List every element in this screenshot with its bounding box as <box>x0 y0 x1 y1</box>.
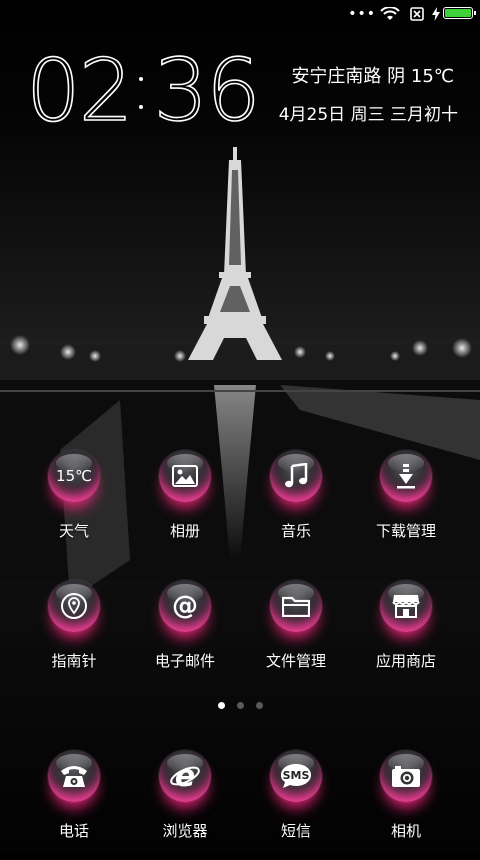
app-download-manager[interactable]: 下载管理 <box>356 450 456 560</box>
at-sign-icon: @ <box>159 580 211 632</box>
app-label: 天气 <box>58 522 89 540</box>
dock-messages[interactable]: SMS 短信 <box>246 750 346 860</box>
app-label: 电子邮件 <box>154 652 215 670</box>
app-email[interactable]: @ 电子邮件 <box>135 580 235 690</box>
clock-colon <box>131 61 153 121</box>
status-bar: ••• <box>0 0 480 28</box>
page-dot[interactable] <box>236 702 244 709</box>
weather-location-text[interactable]: 安宁庄南路 阴 15℃ <box>291 62 454 88</box>
app-label: 相册 <box>169 522 200 540</box>
dock-phone[interactable]: 电话 <box>24 750 124 860</box>
phone-icon <box>48 750 100 802</box>
compass-icon <box>48 580 100 632</box>
weather-icon: 15℃ <box>48 450 100 502</box>
app-label: 应用商店 <box>375 652 436 670</box>
date-text[interactable]: 4月25日 周三 三月初十 <box>279 100 458 125</box>
battery-icon <box>443 7 476 19</box>
no-sim-icon <box>410 6 424 25</box>
app-label: 电话 <box>58 822 89 840</box>
store-icon <box>380 580 432 632</box>
gallery-icon <box>159 450 211 502</box>
download-icon <box>380 450 432 502</box>
app-file-manager[interactable]: 文件管理 <box>246 580 346 690</box>
app-label: 相机 <box>390 822 421 840</box>
app-label: 短信 <box>280 822 311 840</box>
app-label: 指南针 <box>51 652 97 670</box>
dock-camera[interactable]: 相机 <box>356 750 456 860</box>
clock-hours: 02 <box>25 41 134 141</box>
wifi-icon <box>380 6 400 25</box>
page-dot[interactable] <box>255 702 263 709</box>
page-dot[interactable] <box>217 702 225 709</box>
folder-icon <box>270 580 322 632</box>
sms-icon: SMS <box>270 750 322 802</box>
music-note-icon <box>270 450 322 502</box>
app-label: 下载管理 <box>375 522 436 540</box>
app-music[interactable]: 音乐 <box>246 450 346 560</box>
page-indicator[interactable] <box>0 702 480 710</box>
app-weather[interactable]: 15℃ 天气 <box>24 450 124 560</box>
dock-browser[interactable]: e 浏览器 <box>135 750 235 860</box>
clock-minutes: 36 <box>153 41 262 141</box>
app-compass[interactable]: 指南针 <box>24 580 124 690</box>
clock-widget[interactable]: 02 36 <box>25 41 262 141</box>
app-gallery[interactable]: 相册 <box>135 450 235 560</box>
charging-icon <box>432 6 440 25</box>
app-label: 音乐 <box>280 522 311 540</box>
app-label: 文件管理 <box>265 652 326 670</box>
browser-icon: e <box>159 750 211 802</box>
more-notifications-icon: ••• <box>348 6 376 22</box>
camera-icon <box>380 750 432 802</box>
app-label: 浏览器 <box>162 822 208 840</box>
app-store[interactable]: 应用商店 <box>356 580 456 690</box>
